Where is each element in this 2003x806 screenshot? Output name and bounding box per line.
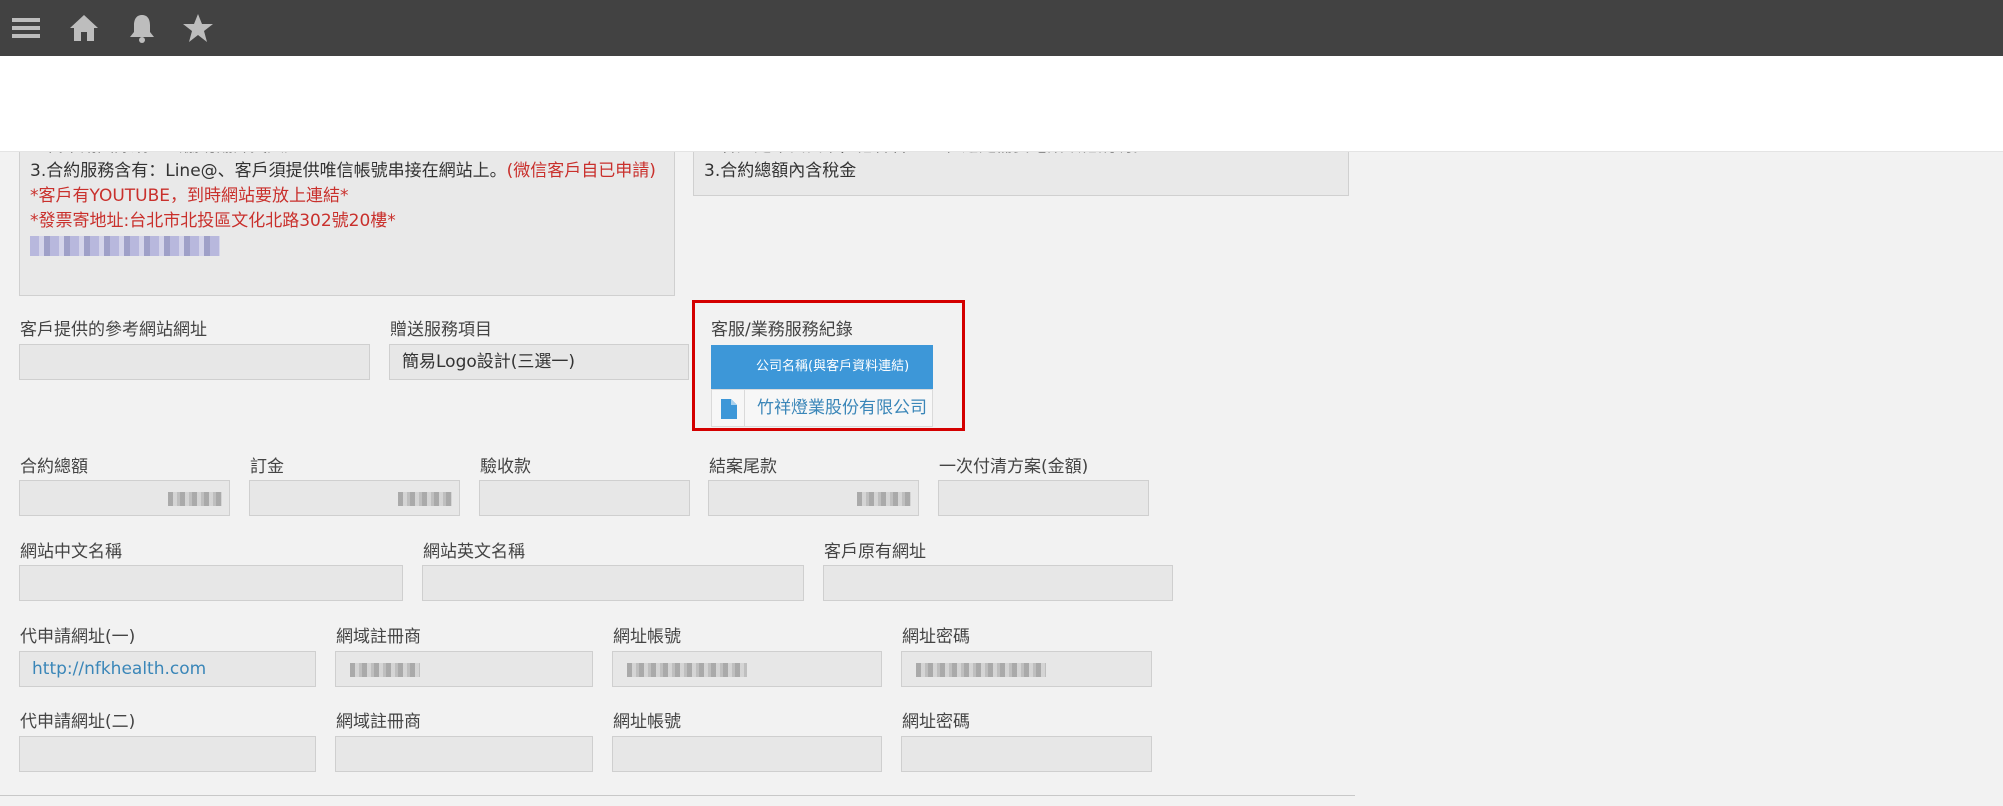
domain1-label: 代申請網址(一)	[20, 627, 136, 647]
home-icon[interactable]	[68, 12, 100, 44]
acceptance-payment-input[interactable]	[479, 480, 690, 516]
registrar2-label: 網域註冊商	[336, 712, 421, 732]
top-toolbar	[0, 0, 2003, 56]
domain2-input[interactable]	[19, 736, 316, 772]
registrar2-input[interactable]	[335, 736, 593, 772]
redacted-value	[350, 663, 420, 677]
bonus-service-select[interactable]: 簡易Logo設計(三選一)	[389, 344, 689, 380]
site-en-name-label: 網站英文名稱	[423, 542, 525, 562]
account2-input[interactable]	[612, 736, 882, 772]
note-line: 3.合約服務含有：Line@、客戶須提供唯信帳號串接在網站上。(微信客戶自已申請…	[30, 159, 664, 184]
note-line: *發票寄地址:台北市北投區文化北路302號20樓*	[30, 211, 396, 231]
note-text: 3.合約服務含有：Line@、客戶須提供唯信帳號串接在網站上。	[30, 161, 507, 181]
site-en-name-input[interactable]	[422, 565, 804, 601]
password1-label: 網址密碼	[902, 627, 970, 647]
menu-icon[interactable]	[10, 12, 42, 44]
original-url-input[interactable]	[823, 565, 1173, 601]
bell-icon[interactable]	[126, 12, 158, 44]
note-line-redacted	[30, 234, 664, 259]
registrar1-input[interactable]	[335, 651, 593, 687]
redacted-value	[857, 492, 911, 506]
site-cn-name-label: 網站中文名稱	[20, 542, 122, 562]
registrar1-label: 網域註冊商	[336, 627, 421, 647]
redacted-text	[30, 236, 220, 256]
domain1-input[interactable]: http://nfkhealth.com	[19, 651, 316, 687]
ref-site-label: 客戶提供的參考網站網址	[20, 320, 207, 340]
ref-site-input[interactable]	[19, 344, 370, 380]
password1-input[interactable]	[901, 651, 1152, 687]
final-payment-label: 結案尾款	[709, 457, 777, 477]
note-warning: (微信客戶自已申請)	[506, 161, 656, 181]
section-divider	[0, 795, 1355, 796]
note-line: *客戶有YOUTUBE，到時網站要放上連結*	[30, 186, 349, 206]
domain2-label: 代申請網址(二)	[20, 712, 136, 732]
star-icon[interactable]	[182, 12, 214, 44]
bonus-service-label: 贈送服務項目	[390, 320, 492, 340]
highlight-box	[692, 300, 965, 431]
contract-total-input[interactable]	[19, 480, 230, 516]
header-space	[0, 56, 2003, 152]
note-line: 3.合約總額內含稅金	[704, 161, 857, 181]
password2-label: 網址密碼	[902, 712, 970, 732]
lump-sum-input[interactable]	[938, 480, 1149, 516]
redacted-value	[916, 663, 1046, 677]
deposit-input[interactable]	[249, 480, 460, 516]
acceptance-payment-label: 驗收款	[480, 457, 531, 477]
account2-label: 網址帳號	[613, 712, 681, 732]
account1-label: 網址帳號	[613, 627, 681, 647]
site-cn-name-input[interactable]	[19, 565, 403, 601]
lump-sum-label: 一次付清方案(金額)	[939, 457, 1089, 477]
redacted-value	[627, 663, 747, 677]
contract-total-label: 合約總額	[20, 457, 88, 477]
account1-input[interactable]	[612, 651, 882, 687]
deposit-label: 訂金	[250, 457, 284, 477]
final-payment-input[interactable]	[708, 480, 919, 516]
redacted-value	[168, 492, 222, 506]
redacted-value	[398, 492, 452, 506]
original-url-label: 客戶原有網址	[824, 542, 926, 562]
password2-input[interactable]	[901, 736, 1152, 772]
